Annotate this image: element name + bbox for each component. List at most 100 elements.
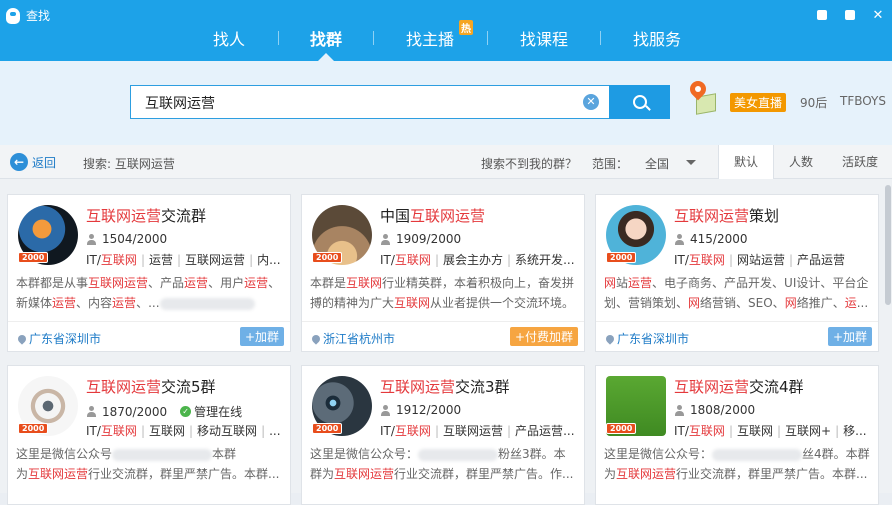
group-name-suffix: 交流3群: [455, 378, 510, 396]
search-input[interactable]: 互联网运营 ✕: [130, 85, 610, 119]
group-description: 这里是微信公众号： 丝4群。本群 为互联网运营行业交流群，群里严禁广告。本群...: [604, 444, 872, 484]
group-card[interactable]: 2000 互联网运营交流5群 1870/2000 ✓ 管理在线 IT/互联网 | 互联网…: [7, 365, 291, 505]
person-icon: [86, 406, 97, 417]
back-button[interactable]: ← 返回: [10, 153, 56, 171]
scrollbar-thumb[interactable]: [885, 185, 891, 305]
chevron-down-icon[interactable]: [686, 160, 696, 165]
group-card[interactable]: 2000 互联网运营交流4群 1808/2000 IT/互联网 | 互联网 | 互联网+…: [595, 365, 879, 505]
tag-text: IT/: [674, 424, 689, 438]
join-group-button[interactable]: +加群: [827, 327, 872, 346]
tag-text: 移...: [843, 424, 867, 438]
tag-text: 互联网: [736, 424, 773, 438]
desc-text: 、: [268, 276, 281, 290]
group-description: 本群都是从事互联网运营、产品运营、用户运营、 新媒体运营、内容运营、...: [16, 273, 284, 313]
location-pin-icon: [604, 332, 616, 345]
back-arrow-icon: ←: [10, 153, 28, 171]
top-bar: 查找 ✕ 找人 找群 找主播热 找课程 找服务: [0, 0, 892, 61]
desc-highlight: 网: [604, 276, 617, 290]
tag-text: 互联网+: [785, 424, 832, 438]
hot-search-link[interactable]: 90后: [800, 94, 827, 111]
level-badge: 2000: [606, 423, 637, 434]
card-footer: 广东省深圳市 +加群: [8, 321, 290, 351]
member-count: 1912/2000: [380, 403, 461, 417]
level-badge: 2000: [606, 252, 637, 263]
group-card[interactable]: 2000 中国互联网运营 1909/2000 IT/互联网 | 展会主办方 | 系统开发…: [301, 194, 585, 352]
desc-text: ...: [856, 296, 869, 310]
group-name[interactable]: 互联网运营策划: [674, 205, 779, 226]
range-label: 范围：: [592, 157, 629, 171]
member-count: 1909/2000: [380, 232, 461, 246]
hot-search-tag[interactable]: 美女直播: [730, 93, 787, 112]
desc-highlight: 网: [784, 296, 797, 310]
desc-highlight: 运营: [244, 276, 269, 290]
group-card[interactable]: 2000 互联网运营交流群 1504/2000 IT/互联网 | 运营 | 互联网运营 |…: [7, 194, 291, 352]
tag-text: 互联网运营: [442, 424, 503, 438]
level-badge: 2000: [312, 252, 343, 263]
tab-find-services[interactable]: 找服务: [633, 26, 681, 50]
group-name-suffix: 交流4群: [749, 378, 804, 396]
group-card[interactable]: 2000 互联网运营策划 415/2000 IT/互联网 | 网站运营 | 产品运营 网…: [595, 194, 879, 352]
member-count: 1808/2000: [674, 403, 755, 417]
tag-text: ...: [563, 424, 575, 438]
desc-text: 这里是微信公众号: [16, 447, 113, 461]
card-footer: 浙江省杭州市 +付费加群: [302, 321, 584, 351]
tab-find-streamer[interactable]: 找主播热: [406, 20, 473, 50]
desc-highlight: 互联网运营: [334, 467, 395, 481]
map-pin-icon[interactable]: [686, 77, 718, 115]
clear-icon[interactable]: ✕: [583, 94, 599, 110]
group-name[interactable]: 互联网运营交流群: [86, 205, 206, 226]
desc-text: 这里是微信公众号：: [310, 447, 419, 461]
tag-text: 互联网运营: [185, 253, 246, 267]
tag-text: 网站运营: [736, 253, 785, 267]
tag-text: 展会主办方: [442, 253, 503, 267]
range-select[interactable]: 全国: [645, 155, 669, 172]
paid-join-button[interactable]: +付费加群: [509, 327, 578, 346]
back-label: 返回: [32, 155, 57, 170]
desc-text: 本群都是从事: [16, 276, 89, 290]
tag-text: IT/: [674, 253, 689, 267]
sort-tab-members[interactable]: 人数: [774, 145, 828, 179]
blurred-text: [159, 297, 255, 310]
level-badge: 2000: [18, 252, 49, 263]
location-text: 浙江省杭州市: [323, 332, 396, 346]
desc-text: 、内容: [76, 296, 113, 310]
member-count-value: 1808/2000: [690, 403, 756, 417]
group-card[interactable]: 2000 互联网运营交流3群 1912/2000 IT/互联网 | 互联网运营 | 产品…: [301, 365, 585, 505]
sort-tab-default[interactable]: 默认: [718, 145, 774, 180]
group-name-highlight: 互联网运营: [674, 378, 750, 396]
tab-find-people[interactable]: 找人: [213, 26, 245, 50]
group-name-highlight: 互联网运营: [86, 378, 162, 396]
tag-text: IT/: [86, 253, 101, 267]
desc-text: 从业者提供一个交流环境。: [430, 296, 575, 310]
tag-text: IT/: [380, 253, 395, 267]
location-text: 广东省深圳市: [29, 332, 102, 346]
desc-text: 、...: [136, 296, 160, 310]
not-found-link[interactable]: 搜索不到我的群？: [481, 155, 577, 172]
group-name[interactable]: 中国互联网运营: [380, 205, 485, 226]
group-name[interactable]: 互联网运营交流4群: [674, 376, 804, 397]
group-tags: IT/互联网 | 运营 | 互联网运营 | 内...: [86, 253, 281, 267]
group-name-suffix: 交流群: [161, 207, 207, 225]
person-icon: [86, 233, 97, 245]
person-icon: [674, 404, 685, 416]
group-name[interactable]: 互联网运营交流5群: [86, 376, 216, 397]
search-button[interactable]: [609, 85, 670, 119]
tag-highlight: 互联网: [394, 253, 431, 267]
level-badge: 2000: [312, 423, 343, 434]
tab-find-courses[interactable]: 找课程: [520, 26, 568, 50]
member-count: 415/2000: [674, 232, 748, 246]
person-icon: [674, 233, 685, 245]
member-count-value: 1912/2000: [396, 403, 462, 417]
group-name[interactable]: 互联网运营交流3群: [380, 376, 510, 397]
tag-highlight: 互联网: [394, 424, 431, 438]
group-name-highlight: 互联网运营: [86, 207, 162, 225]
desc-highlight: 运营: [628, 276, 653, 290]
tag-text: 运营: [148, 253, 173, 267]
desc-text: 为: [604, 467, 617, 481]
desc-text: 行业交流群，群里严禁广告。本群...: [88, 467, 280, 481]
tab-find-streamer-label: 找主播: [406, 30, 455, 49]
tab-find-groups[interactable]: 找群: [310, 26, 342, 50]
sort-tab-activity[interactable]: 活跃度: [828, 145, 892, 179]
join-group-button[interactable]: +加群: [239, 327, 284, 346]
hot-search-link[interactable]: TFBOYS: [840, 94, 886, 108]
